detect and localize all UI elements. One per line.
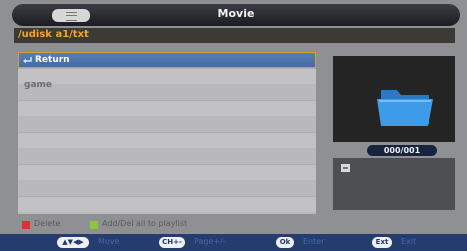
folder-icon [377,90,433,126]
list-item-label: game [24,80,52,90]
page-title: Movie [217,7,255,20]
hint-key-move: ▲▼◀▶ [57,237,89,248]
file-counter: 000/001 [367,145,437,156]
hint-exit: Exit [401,237,417,246]
list-item-return[interactable]: Return [18,52,316,68]
return-arrow-icon [23,57,32,64]
path-bar: /udisk a1/txt [14,28,455,43]
current-path: /udisk a1/txt [18,29,89,40]
list-item-label: Return [35,55,70,65]
file-browser-screen: Movie /udisk a1/txt Return game 000/001 … [0,0,467,251]
hint-enter: Enter [303,237,325,246]
hint-page: Page+/- [194,237,226,246]
preview-panel [333,56,455,142]
legend: Delete Add/Del all to playlist [22,219,322,231]
file-list: Return game [18,52,316,214]
header-bar: Movie [12,4,460,26]
hint-key-enter: Ok [276,237,294,248]
info-panel [333,158,455,210]
legend-delete: Delete [34,219,61,228]
file-info-icon [341,164,350,172]
legend-add-del: Add/Del all to playlist [102,219,188,228]
hint-key-exit: Ext [372,237,392,248]
hint-key-page: CH+- [159,237,185,248]
hint-bar: ▲▼◀▶ Move CH+- Page+/- Ok Enter Ext Exit [0,234,467,251]
list-item-game[interactable]: game [18,78,316,94]
green-key-icon [90,221,98,229]
red-key-icon [22,221,30,229]
hint-move: Move [98,237,120,246]
